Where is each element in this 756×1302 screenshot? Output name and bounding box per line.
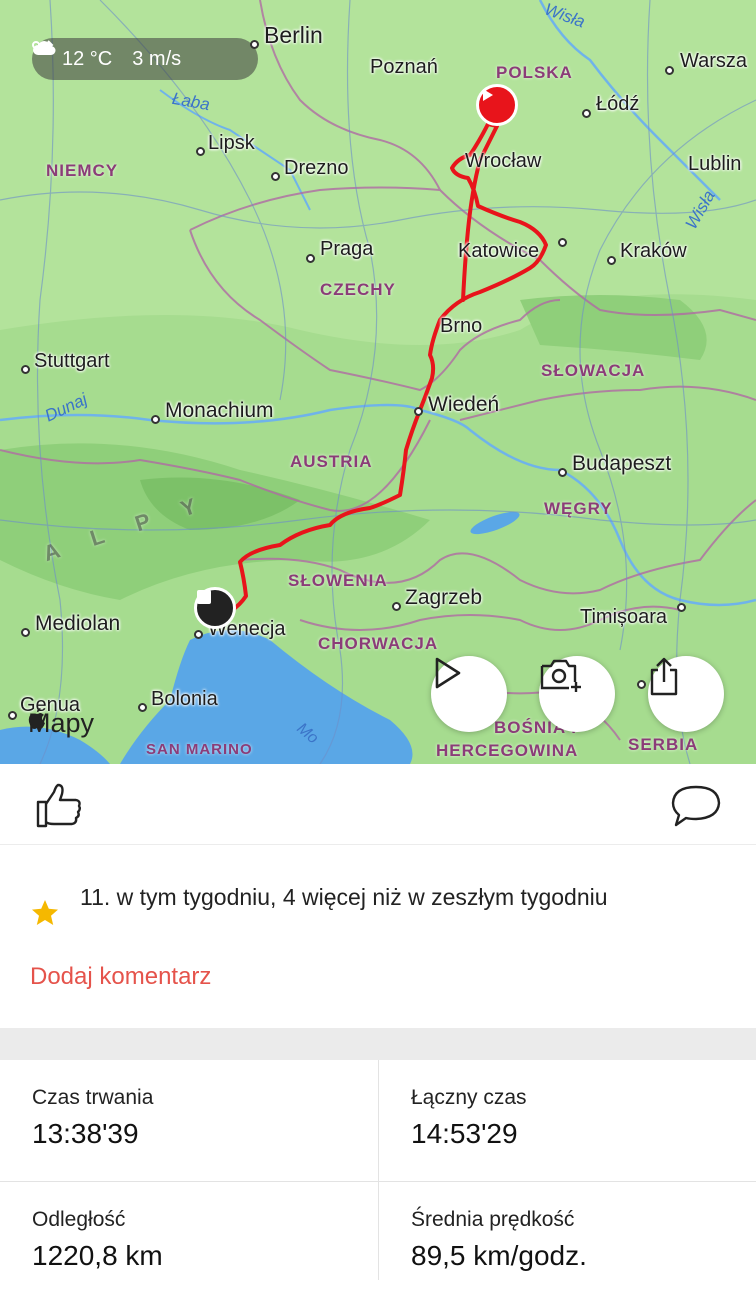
city-mediolan: Mediolan xyxy=(35,612,121,635)
city-dot xyxy=(607,256,616,265)
country-chorwacja: CHORWACJA xyxy=(318,634,439,653)
city-katowice: Katowice xyxy=(458,240,540,262)
stat-label: Czas trwania xyxy=(32,1086,154,1109)
add-comment-link[interactable]: Dodaj komentarz xyxy=(30,963,211,991)
country-san-marino: SAN MARINO xyxy=(146,741,253,758)
thumbs-up-icon xyxy=(36,783,81,828)
city-dot xyxy=(194,630,203,639)
comment-button[interactable] xyxy=(670,784,722,833)
map-attribution: Mapy xyxy=(28,708,94,739)
country-wegry: WĘGRY xyxy=(544,499,613,518)
city-wieden: Wiedeń xyxy=(428,393,500,416)
temperature-text: 12 °C xyxy=(62,47,113,70)
city-wroclaw: Wrocław xyxy=(465,150,542,172)
city-bolonia: Bolonia xyxy=(151,688,218,710)
city-dot xyxy=(558,238,567,247)
city-dot xyxy=(392,602,401,611)
city-lipsk: Lipsk xyxy=(208,132,255,154)
stat-value: 13:38'39 xyxy=(32,1118,139,1149)
country-polska: POLSKA xyxy=(496,63,573,82)
country-niemcy: NIEMCY xyxy=(46,161,119,180)
comment-icon xyxy=(671,785,721,827)
country-serbia: SERBIA xyxy=(628,735,699,754)
city-dot xyxy=(271,172,280,181)
city-zagrzeb: Zagrzeb xyxy=(405,586,483,609)
finish-marker[interactable] xyxy=(194,587,236,629)
city-dot xyxy=(138,703,147,712)
city-dot xyxy=(21,628,30,637)
city-timisoara: Timișoara xyxy=(580,606,668,628)
country-slowacja: SŁOWACJA xyxy=(541,361,646,380)
divider xyxy=(378,1060,379,1280)
city-dot xyxy=(414,407,423,416)
share-icon xyxy=(650,657,678,696)
replay-button[interactable] xyxy=(431,656,507,732)
route-map[interactable]: 12 °C 3 m/s Berlin Poznań Warsza Łódź Li… xyxy=(0,0,756,764)
stat-label: Łączny czas xyxy=(411,1086,527,1109)
stat-label: Średnia prędkość xyxy=(411,1208,575,1231)
city-drezno: Drezno xyxy=(284,157,349,179)
country-slowenia: SŁOWENIA xyxy=(288,571,388,590)
city-lodz: Łódź xyxy=(596,93,640,115)
stat-value: 89,5 km/godz. xyxy=(411,1240,587,1271)
stat-label: Odległość xyxy=(32,1208,126,1231)
city-monachium: Monachium xyxy=(165,399,274,422)
city-dot xyxy=(665,66,674,75)
city-stuttgart: Stuttgart xyxy=(34,350,110,372)
star-icon xyxy=(30,898,60,933)
stat-value: 1220,8 km xyxy=(32,1240,163,1271)
city-poznan: Poznań xyxy=(370,56,438,78)
stop-icon xyxy=(197,590,211,604)
camera-plus-icon xyxy=(540,659,581,692)
city-dot xyxy=(8,711,17,720)
stat-total-time: Łączny czas 14:53'29 xyxy=(379,1060,756,1180)
like-button[interactable] xyxy=(34,782,84,835)
stat-average-speed: Średnia prędkość 89,5 km/godz. xyxy=(379,1182,756,1302)
apple-logo-icon xyxy=(28,708,45,729)
city-brno: Brno xyxy=(440,315,483,337)
share-button[interactable] xyxy=(648,656,724,732)
city-dot xyxy=(677,603,686,612)
city-budapeszt: Budapeszt xyxy=(572,452,672,475)
city-dot xyxy=(582,109,591,118)
wind-text: 3 m/s xyxy=(132,47,182,70)
city-warszawa: Warsza xyxy=(680,50,748,72)
start-marker[interactable] xyxy=(476,84,518,126)
city-lublin: Lublin xyxy=(688,153,742,175)
weather-pill: 12 °C 3 m/s xyxy=(32,38,258,80)
social-actions-bar xyxy=(0,764,756,845)
country-austria: AUSTRIA xyxy=(290,452,373,471)
country-bosnia-2: HERCEGOWINA xyxy=(436,741,579,760)
city-dot xyxy=(196,147,205,156)
play-icon xyxy=(483,89,493,101)
stat-distance: Odległość 1220,8 km xyxy=(0,1182,377,1302)
achievement-section: 11. w tym tygodniu, 4 więcej niż w zeszł… xyxy=(0,845,756,1028)
achievement-text: 11. w tym tygodniu, 4 więcej niż w zeszł… xyxy=(80,884,608,910)
section-separator xyxy=(0,1028,756,1060)
city-berlin: Berlin xyxy=(264,22,323,48)
country-czechy: CZECHY xyxy=(320,280,396,299)
stat-value: 14:53'29 xyxy=(411,1118,518,1149)
city-krakow: Kraków xyxy=(620,240,687,262)
add-photo-button[interactable] xyxy=(539,656,615,732)
city-dot xyxy=(637,680,646,689)
city-dot xyxy=(250,40,259,49)
city-dot xyxy=(151,415,160,424)
stat-duration: Czas trwania 13:38'39 xyxy=(0,1060,377,1180)
city-dot xyxy=(558,468,567,477)
city-dot xyxy=(306,254,315,263)
city-dot xyxy=(21,365,30,374)
play-icon xyxy=(435,657,461,689)
city-praga: Praga xyxy=(320,238,374,260)
